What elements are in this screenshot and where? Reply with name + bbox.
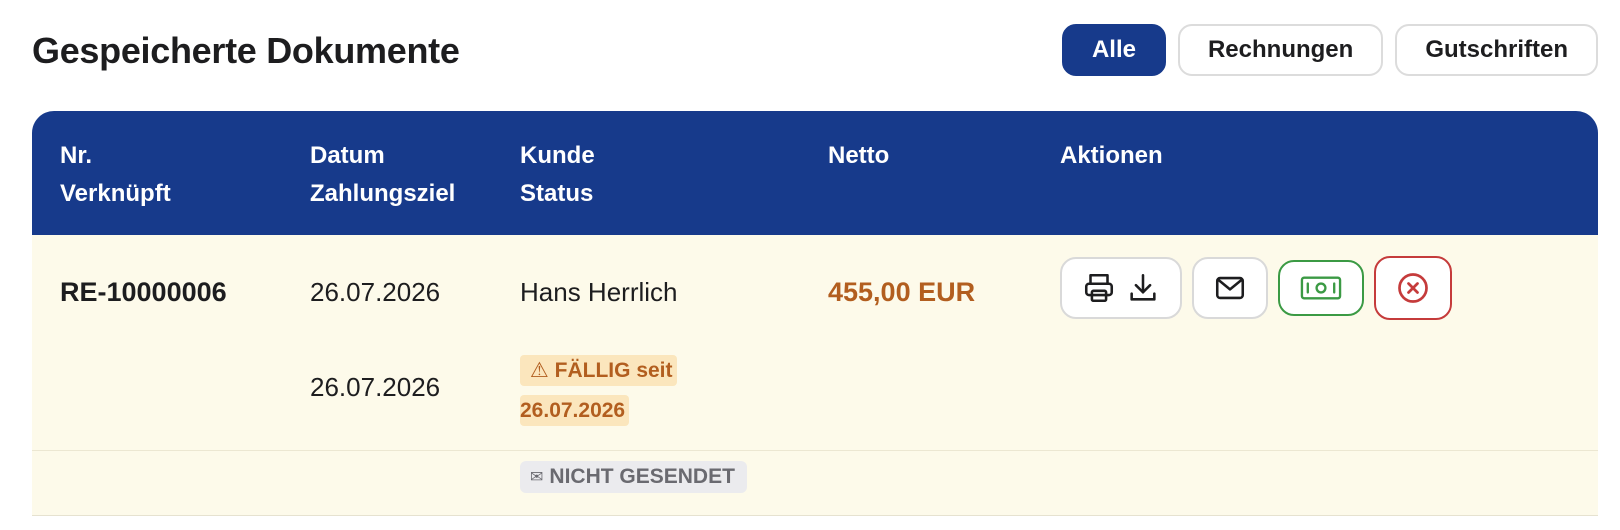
overdue-status-badge: ⚠ FÄLLIG seit 26.07.2026 [520, 351, 695, 431]
column-header-sublabel: Verknüpft [60, 180, 171, 207]
overdue-status-date: 26.07.2026 [520, 395, 630, 426]
x-circle-icon [1395, 270, 1431, 306]
column-header-label: Kunde [520, 142, 595, 169]
column-header-actions: Aktionen [1060, 137, 1163, 175]
filter-all-button[interactable]: Alle [1061, 24, 1166, 76]
print-download-button[interactable] [1060, 257, 1182, 319]
column-header-sublabel: Zahlungsziel [310, 180, 456, 207]
page-header: Gespeicherte Dokumente Alle Rechnungen G… [32, 20, 1598, 84]
row-actions [1060, 256, 1452, 320]
record-payment-button[interactable] [1278, 260, 1364, 316]
filter-group: Alle Rechnungen Gutschriften [1061, 24, 1598, 76]
printer-icon [1082, 271, 1116, 305]
mail-icon [1213, 271, 1247, 305]
banknote-icon [1299, 273, 1343, 303]
table-row-status: ✉ NICHT GESENDET [32, 451, 1598, 516]
column-header-label: Nr. [60, 142, 93, 169]
customer-name: Hans Herrlich [520, 277, 678, 307]
send-status-label: NICHT GESENDET [549, 465, 735, 488]
documents-table: Nr. Verknüpft Datum Zahlungsziel Kunde S… [32, 111, 1598, 521]
filter-credit-notes-button[interactable]: Gutschriften [1395, 24, 1598, 76]
download-icon [1126, 271, 1160, 305]
filter-invoices-button[interactable]: Rechnungen [1177, 24, 1384, 76]
document-number: RE-10000006 [60, 277, 227, 307]
net-amount: 455,00 EUR [828, 277, 976, 307]
table-row[interactable]: RE-10000006 26.07.2026 26.07.2026 Hans H… [32, 235, 1598, 451]
column-header-label: Datum [310, 142, 385, 169]
column-header-sublabel: Status [520, 180, 594, 207]
mail-icon: ✉ [530, 469, 544, 486]
payment-due-date: 26.07.2026 [310, 372, 441, 402]
column-header-net[interactable]: Netto [828, 137, 889, 175]
column-header-customer[interactable]: Kunde Status [520, 137, 595, 213]
document-date: 26.07.2026 [310, 277, 441, 307]
column-header-label: Aktionen [1060, 142, 1163, 169]
table-header: Nr. Verknüpft Datum Zahlungsziel Kunde S… [32, 111, 1598, 235]
send-status-badge: ✉ NICHT GESENDET [520, 461, 747, 493]
documents-page: Gespeicherte Dokumente Alle Rechnungen G… [0, 0, 1620, 530]
page-title: Gespeicherte Dokumente [32, 30, 460, 71]
column-header-number[interactable]: Nr. Verknüpft [60, 137, 171, 213]
column-header-date[interactable]: Datum Zahlungsziel [310, 137, 455, 213]
cancel-document-button[interactable] [1374, 256, 1452, 320]
column-header-label: Netto [828, 142, 890, 169]
send-email-button[interactable] [1192, 257, 1268, 319]
overdue-status-prefix: ⚠ FÄLLIG seit [520, 355, 677, 386]
